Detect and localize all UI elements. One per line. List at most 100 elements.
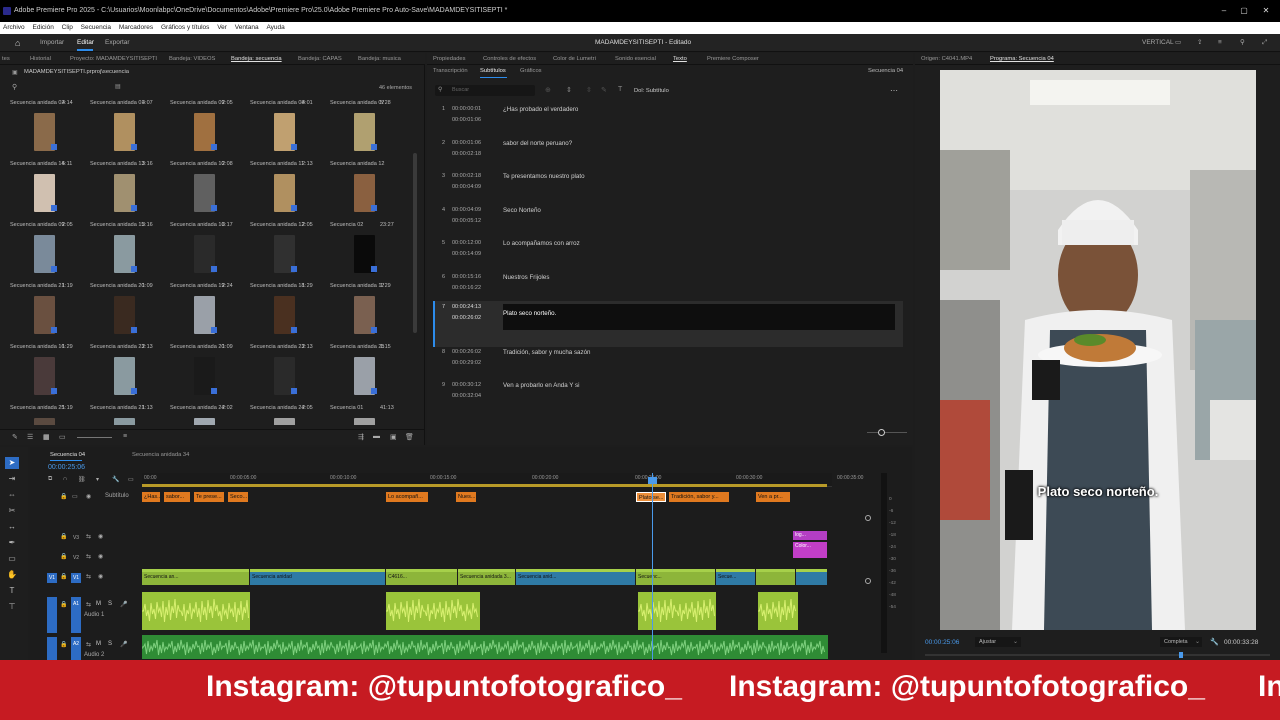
more-icon[interactable]: ⋯ (890, 86, 898, 95)
source-patch-v1[interactable]: V1 (47, 573, 57, 583)
caption-clip[interactable]: sabor... (164, 492, 190, 502)
caption-in-time[interactable]: 00:00:00:01 (452, 106, 481, 112)
subtab-subtitulos[interactable]: Subtítulos (480, 68, 506, 74)
freeform-view-icon[interactable]: ▭ (59, 433, 66, 441)
solo-icon[interactable]: S (108, 641, 112, 647)
program-timecode[interactable]: 00:00:25:06 (925, 639, 959, 646)
bin-item[interactable]: Secuencia anidada 15 3:16 (90, 222, 155, 283)
source-patch-a[interactable] (47, 597, 57, 633)
edit-icon[interactable]: ✎ (601, 86, 607, 94)
tab-historial[interactable]: Historial (30, 53, 51, 65)
bin-item[interactable]: Secuencia anidada 12 2:05 (250, 222, 315, 283)
quality-dropdown[interactable]: Completa ⌄ (1160, 637, 1202, 647)
new-bin-icon[interactable]: ▤ (115, 83, 121, 90)
visibility-icon[interactable]: ◉ (86, 493, 91, 500)
sync-lock-icon[interactable]: ⇆ (86, 573, 91, 580)
slip-tool-icon[interactable]: ↔ (5, 521, 19, 533)
lock-icon[interactable]: 🔒 (60, 553, 67, 560)
caption-out-time[interactable]: 00:00:04:09 (452, 184, 481, 190)
caption-text[interactable]: ¿Has probado el verdadero (503, 106, 578, 113)
track-header[interactable]: V1 🔒 V1 ⇆ ◉ (30, 571, 142, 587)
new-item-icon[interactable]: ▣ (390, 433, 397, 441)
caption-item[interactable]: 2 00:00:01:06 00:00:02:18 sabor del norte p… (433, 137, 903, 170)
bin-item[interactable]: Secuencia anidada 20 1:09 (90, 283, 155, 344)
bin-item[interactable]: Secuencia anidada 02 4:14 (10, 100, 75, 161)
bin-item[interactable]: Secuencia anidada 13 3:16 (90, 161, 155, 222)
caption-clip[interactable]: Lo acompañ... (386, 492, 428, 502)
mic-icon[interactable]: 🎤 (120, 601, 127, 608)
track-scroll-handle-2[interactable] (865, 578, 871, 584)
subtab-transcripcion[interactable]: Transcripción (433, 68, 468, 74)
tab-bandeja-capas[interactable]: Bandeja: CAPAS (298, 53, 342, 65)
track-name[interactable]: V2 (71, 553, 81, 563)
mute-icon[interactable]: M (96, 601, 101, 607)
bin-item[interactable]: Secuencia 01 41:13 (330, 405, 395, 425)
bin-item[interactable]: Secuencia anidada 14 5:11 (10, 161, 75, 222)
caption-text[interactable]: sabor del norte peruano? (503, 140, 572, 147)
caption-text[interactable]: Nuestros Frijoles (503, 274, 549, 281)
audio1-clip[interactable] (142, 592, 250, 630)
automate-icon[interactable]: ⇶ (358, 433, 364, 441)
ripple-edit-tool-icon[interactable]: ⇔ (5, 489, 19, 501)
bin-item[interactable]: Secuencia anidada 16 1:29 (10, 344, 75, 405)
menu-icon[interactable]: ≡ (1218, 34, 1222, 52)
caption-zoom-slider[interactable] (867, 432, 907, 433)
bin-item[interactable]: Secuencia anidada 11 2:13 (250, 161, 315, 222)
pencil-icon[interactable]: ✎ (12, 433, 18, 441)
v1-clip[interactable] (756, 569, 795, 585)
tab-secuencia-anidada-34[interactable]: Secuencia anidada 34 (132, 449, 189, 461)
menu-ventana[interactable]: Ventana (235, 24, 259, 31)
list-view-icon[interactable]: ☰ (27, 433, 33, 441)
razor-tool-icon[interactable]: ✂ (5, 505, 19, 517)
layout-icon[interactable]: ▭ (1175, 34, 1181, 52)
tab-program[interactable]: Programa: Secuencia 04 (990, 53, 1054, 65)
lock-icon[interactable]: 🔒 (60, 641, 67, 648)
merge-icon[interactable]: ⇕ (566, 86, 572, 94)
tab-bandeja-secuencia[interactable]: Bandeja: secuencia (231, 53, 282, 65)
lock-icon[interactable]: 🔒 (60, 533, 67, 540)
caption-item[interactable]: 7 00:00:24:13 00:00:26:02 Plato seco norteñ… (433, 301, 903, 347)
audio1-clip[interactable] (638, 592, 716, 630)
lock-icon[interactable]: 🔒 (60, 573, 67, 580)
track-name[interactable]: V1 (71, 573, 81, 583)
bin-item[interactable]: Secuencia anidada 25 1:15 (330, 344, 395, 405)
text-icon[interactable]: T (618, 86, 622, 93)
timeline-timecode[interactable]: 00:00:25:06 (48, 464, 85, 471)
caption-in-time[interactable]: 00:00:15:16 (452, 274, 481, 280)
selection-tool-icon[interactable]: ➤ (5, 457, 19, 469)
visibility-icon[interactable]: ◉ (98, 533, 103, 540)
caption-in-time[interactable]: 00:00:01:06 (452, 140, 481, 146)
sync-lock-icon[interactable]: ⇆ (86, 533, 91, 540)
v1-clip[interactable]: Secuencia anid... (516, 569, 635, 585)
caption-out-time[interactable]: 00:00:16:22 (452, 285, 481, 291)
bin-item[interactable]: Secuencia anidada 24 2:05 (250, 405, 315, 425)
fullscreen-icon[interactable]: ⤢ (1262, 34, 1267, 52)
tab-tes[interactable]: tes (2, 53, 10, 65)
home-icon[interactable]: ⌂ (15, 34, 20, 52)
track-header[interactable]: 🔒 A1 ⇆ M S 🎤 Audio 1 (30, 597, 142, 633)
work-area-bar[interactable] (142, 484, 827, 487)
caption-zoom-handle[interactable] (878, 429, 885, 436)
program-playhead[interactable] (1179, 652, 1183, 658)
menu-ver[interactable]: Ver (217, 24, 227, 31)
menu-secuencia[interactable]: Secuencia (81, 24, 111, 31)
tab-proyecto[interactable]: Proyecto: MADAMDEYSITISEPTI (70, 53, 157, 65)
caption-out-time[interactable]: 00:00:14:09 (452, 251, 481, 257)
caption-out-time[interactable]: 00:00:29:02 (452, 360, 481, 366)
sync-lock-icon[interactable]: ⇆ (86, 641, 91, 648)
caption-track-label[interactable]: Dol: Subtítulo (634, 88, 669, 94)
lock-icon[interactable]: 🔒 (60, 493, 67, 500)
marker-icon[interactable]: ▾ (96, 476, 99, 483)
hand-tool-icon[interactable]: ✋ (5, 569, 19, 581)
menu-clip[interactable]: Clip (62, 24, 73, 31)
playhead-handle[interactable] (648, 477, 657, 484)
tab-source[interactable]: Origen: C4041.MP4 (921, 53, 972, 65)
caption-text[interactable]: Tradición, sabor y mucha sazón (503, 349, 590, 356)
v3-clip[interactable]: log... (793, 531, 827, 540)
caption-out-time[interactable]: 00:00:05:12 (452, 218, 481, 224)
lock-icon[interactable]: 🔒 (60, 601, 67, 608)
pen-tool-icon[interactable]: ✒ (5, 537, 19, 549)
bin-item[interactable]: Secuencia anidada 21 1:19 (10, 283, 75, 344)
bin-item[interactable]: Secuencia anidada 21 1:13 (90, 405, 155, 425)
caption-in-time[interactable]: 00:00:12:00 (452, 240, 481, 246)
